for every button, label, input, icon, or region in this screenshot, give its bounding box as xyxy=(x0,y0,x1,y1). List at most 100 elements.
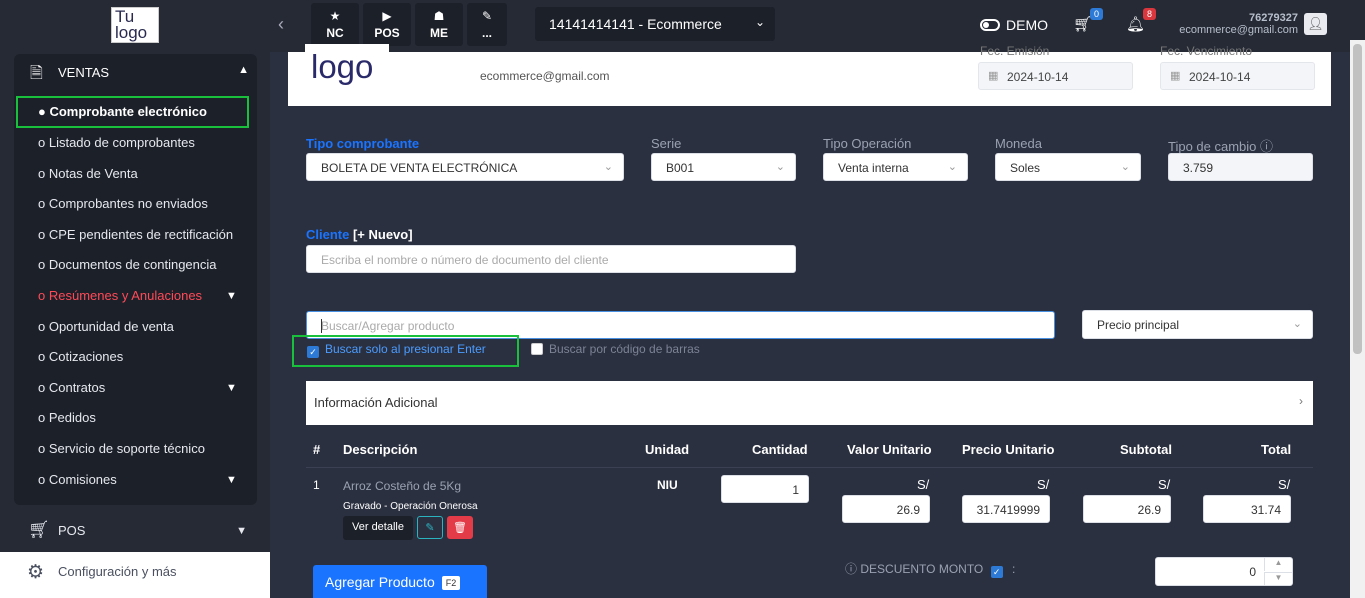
sidebar-item-comprobante-electronico[interactable]: ● Comprobante electrónico xyxy=(38,104,207,119)
col-header-cantidad: Cantidad xyxy=(752,442,808,457)
nuevo-cliente-link[interactable]: [+ Nuevo] xyxy=(353,227,413,242)
chevron-down-icon: ⌄ xyxy=(947,161,957,173)
subtotal-input[interactable]: 26.9 xyxy=(1083,495,1171,523)
notifications-button[interactable]: 🔔︎ 8 xyxy=(1126,8,1157,33)
fec-vencimiento-input[interactable]: ▦ 2024-10-14 xyxy=(1160,62,1315,90)
descuento-stepper[interactable]: 0 ▲ ▼ xyxy=(1155,557,1293,586)
info-icon[interactable]: ⓘ xyxy=(1260,139,1273,154)
sidebar-section-ventas[interactable]: 🗎 VENTAS ▲ xyxy=(14,55,257,89)
sidebar-config[interactable]: ⚙ Configuración y más xyxy=(0,552,270,598)
chevron-up-icon: ▲ xyxy=(238,64,249,76)
col-header-precio-unitario: Precio Unitario xyxy=(962,442,1055,457)
col-header-unidad: Unidad xyxy=(645,442,690,457)
currency-label: S/ xyxy=(1037,477,1050,492)
sidebar-item-comisiones[interactable]: o Comisiones xyxy=(38,472,117,487)
delete-item-button[interactable]: 🗑︎ xyxy=(447,516,473,539)
avatar-icon[interactable]: 👤︎ xyxy=(1304,13,1327,35)
serie-select[interactable]: B001 ⌄ xyxy=(651,153,796,181)
sidebar-item-servicio-soporte[interactable]: o Servicio de soporte técnico xyxy=(38,441,205,456)
chevron-down-icon[interactable]: ▼ xyxy=(226,474,237,486)
descuento-checkbox[interactable]: ✓ xyxy=(990,566,1003,578)
tipo-cambio-input[interactable]: 3.759 xyxy=(1168,153,1313,181)
toggle-icon xyxy=(980,19,1000,31)
edit-item-button[interactable]: ✎ xyxy=(417,516,443,539)
shortcut-key: F2 xyxy=(441,576,461,590)
user-id: 76279327 xyxy=(1249,12,1298,24)
trash-icon: 🗑︎ xyxy=(453,522,467,534)
sidebar-item-pedidos[interactable]: o Pedidos xyxy=(38,410,96,425)
ver-detalle-button[interactable]: Ver detalle xyxy=(343,516,413,540)
cart-count-badge: 0 xyxy=(1090,8,1104,20)
chevron-down-icon[interactable]: ▼ xyxy=(226,382,237,394)
barcode-search-checkbox[interactable]: Buscar por código de barras xyxy=(531,342,700,356)
play-icon: ▶ xyxy=(382,9,392,23)
gear-icon: ⚙ xyxy=(27,562,45,583)
page-scrollbar[interactable] xyxy=(1350,40,1365,598)
row-unidad: NIU xyxy=(657,478,678,492)
cantidad-input[interactable]: 1 xyxy=(721,475,809,503)
col-header-descripcion: Descripción xyxy=(343,442,418,457)
more-button[interactable]: ✎ ... xyxy=(467,3,507,46)
star-icon: ★ xyxy=(329,9,341,23)
me-button[interactable]: ☗ ME xyxy=(415,3,463,46)
fec-emision-label: Fec. Emisión xyxy=(980,44,1050,58)
col-header-subtotal: Subtotal xyxy=(1120,442,1172,457)
currency-label: S/ xyxy=(1278,477,1291,492)
document-icon: 🗎 xyxy=(30,65,43,82)
stepper-down-icon[interactable]: ▼ xyxy=(1264,572,1292,585)
tipo-operacion-label: Tipo Operación xyxy=(823,136,912,151)
demo-toggle[interactable]: DEMO xyxy=(980,17,1048,33)
precio-unitario-input[interactable]: 31.7419999 xyxy=(962,495,1050,523)
sidebar-item-oportunidad-venta[interactable]: o Oportunidad de venta xyxy=(38,319,174,334)
user-email: ecommerce@gmail.com xyxy=(1179,24,1298,36)
valor-unitario-input[interactable]: 26.9 xyxy=(842,495,930,523)
table-divider xyxy=(306,467,1313,468)
chevron-down-icon: ⌄ xyxy=(1292,318,1302,330)
chevron-right-icon: › xyxy=(1299,394,1303,408)
row-descripcion: Arroz Costeño de 5Kg xyxy=(343,479,462,493)
bell-icon: 🔔︎ xyxy=(1126,16,1146,33)
user-info[interactable]: 76279327 ecommerce@gmail.com xyxy=(1165,12,1298,36)
cart-button[interactable]: 🛒︎ 0 xyxy=(1073,8,1104,33)
stepper-up-icon[interactable]: ▲ xyxy=(1264,558,1292,571)
total-input[interactable]: 31.74 xyxy=(1203,495,1291,523)
chevron-down-icon[interactable]: ▼ xyxy=(226,290,237,302)
tipo-comprobante-select[interactable]: BOLETA DE VENTA ELECTRÓNICA ⌄ xyxy=(306,153,624,181)
sidebar-item-comprobantes-no-enviados[interactable]: o Comprobantes no enviados xyxy=(38,196,208,211)
add-product-button[interactable]: Agregar Producto F2 xyxy=(313,565,487,598)
sidebar-section-pos[interactable]: 🛒︎ POS ▼ xyxy=(14,517,257,547)
tipo-comprobante-label: Tipo comprobante xyxy=(306,136,420,151)
cliente-input[interactable]: Escriba el nombre o número de documento … xyxy=(306,245,796,273)
precio-select[interactable]: Precio principal ⌄ xyxy=(1082,310,1313,339)
chevron-down-icon: ⌄ xyxy=(754,15,765,29)
info-icon: ⓘ xyxy=(845,562,858,576)
sidebar-item-cpe-pendientes[interactable]: o CPE pendientes de rectificación xyxy=(38,227,233,242)
calendar-icon: ▦ xyxy=(1170,70,1181,82)
sidebar-item-notas-venta[interactable]: o Notas de Venta xyxy=(38,166,138,181)
row-afectacion: Gravado - Operación Onerosa xyxy=(343,501,478,512)
sidebar-item-resumenes-anulaciones[interactable]: o Resúmenes y Anulaciones xyxy=(38,288,202,303)
info-adicional-accordion[interactable]: Información Adicional › xyxy=(306,381,1313,425)
col-header-index: # xyxy=(313,442,321,457)
sidebar-collapse-icon[interactable]: ‹ xyxy=(278,14,284,35)
col-header-total: Total xyxy=(1261,442,1292,457)
enter-search-checkbox[interactable]: ✓ Buscar solo al presionar Enter xyxy=(307,342,486,358)
users-icon: ☗ xyxy=(433,9,445,23)
tipo-operacion-select[interactable]: Venta interna ⌄ xyxy=(823,153,968,181)
sidebar-item-documentos-contingencia[interactable]: o Documentos de contingencia xyxy=(38,257,217,272)
brand-logo[interactable]: Tu logo xyxy=(111,7,159,43)
row-index: 1 xyxy=(313,478,320,492)
moneda-select[interactable]: Soles ⌄ xyxy=(995,153,1141,181)
col-header-valor-unitario: Valor Unitario xyxy=(847,442,932,457)
company-select[interactable]: 14141414141 - Ecommerce ⌄ xyxy=(535,7,775,41)
pencil-icon: ✎ xyxy=(481,9,493,23)
scrollbar-thumb[interactable] xyxy=(1353,44,1362,354)
sidebar-item-listado-comprobantes[interactable]: o Listado de comprobantes xyxy=(38,135,195,150)
sidebar-item-contratos[interactable]: o Contratos xyxy=(38,380,105,395)
currency-label: S/ xyxy=(1158,477,1171,492)
sidebar-item-cotizaciones[interactable]: o Cotizaciones xyxy=(38,349,123,364)
fec-emision-input[interactable]: ▦ 2024-10-14 xyxy=(978,62,1133,90)
pos-button[interactable]: ▶ POS xyxy=(363,3,411,46)
notification-count-badge: 8 xyxy=(1143,8,1157,20)
nc-button[interactable]: ★ NC xyxy=(311,3,359,46)
